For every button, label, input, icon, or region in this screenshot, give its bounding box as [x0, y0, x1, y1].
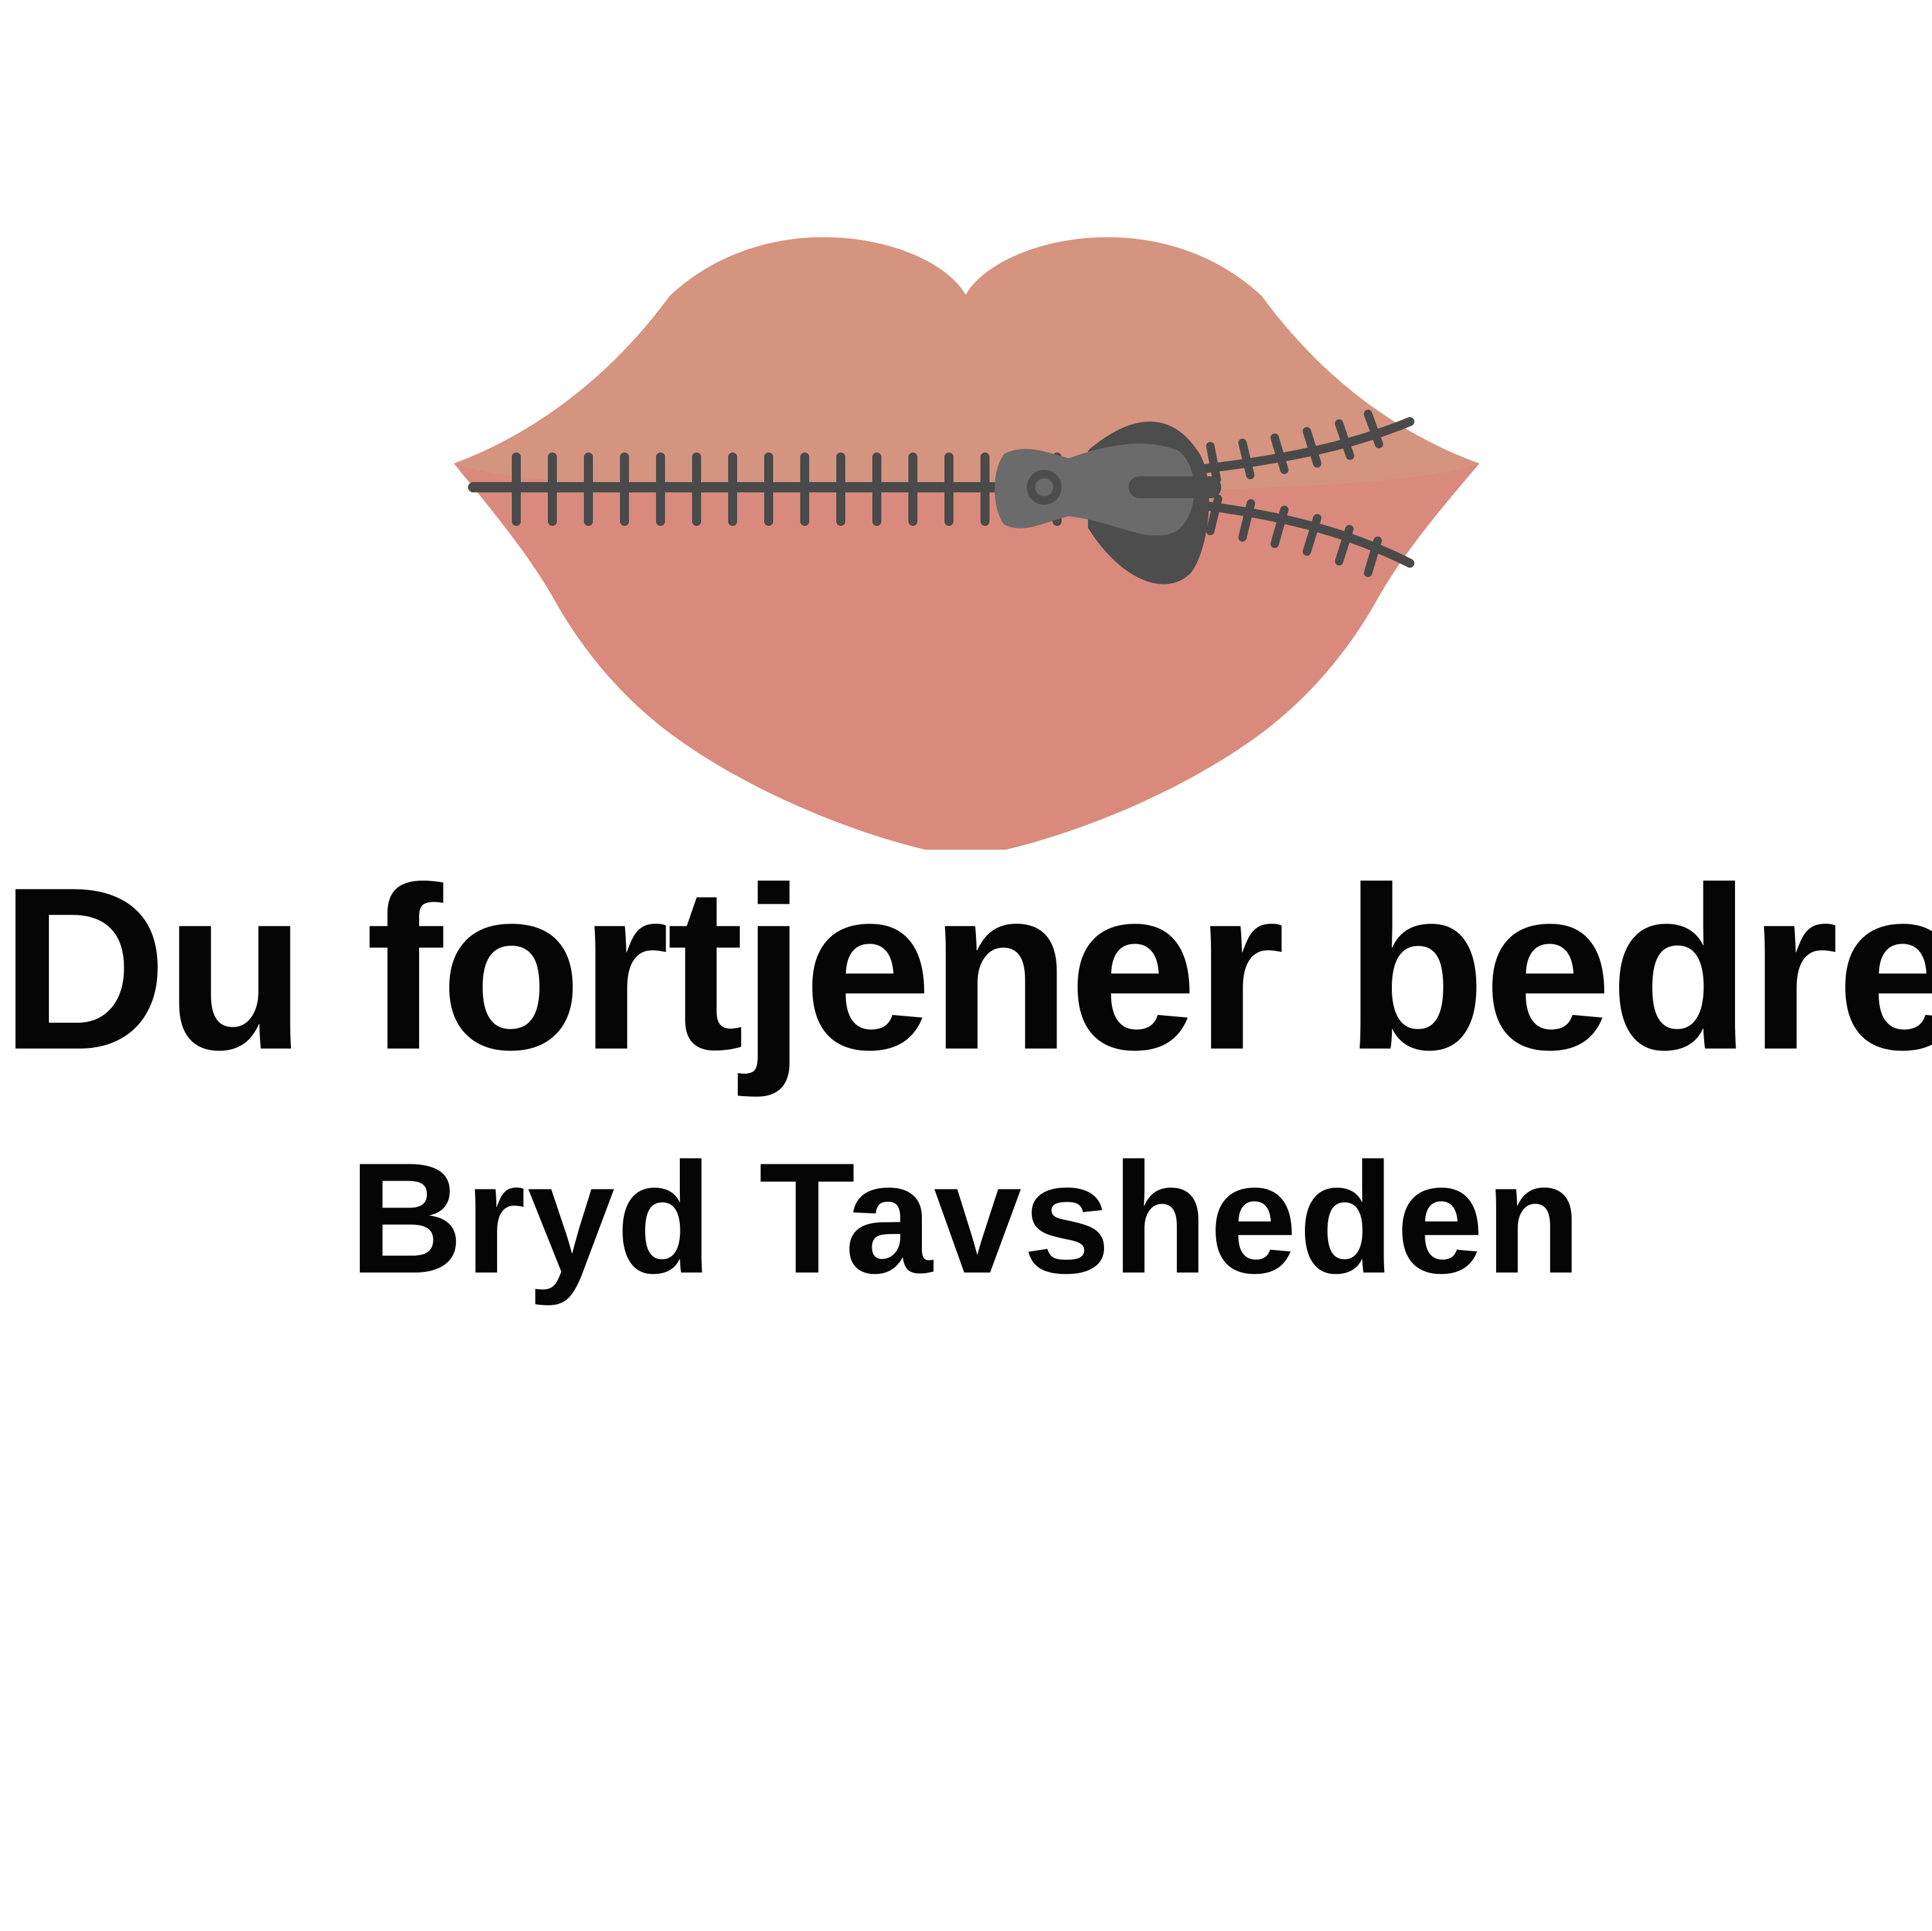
upper-lip: [454, 237, 1479, 492]
page-subtitle: Bryd Tavsheden: [349, 1130, 1583, 1306]
zipped-lips-icon: [454, 237, 1479, 850]
lower-lip: [454, 463, 1479, 850]
page-title: Du fortjener bedre: [0, 839, 1932, 1098]
